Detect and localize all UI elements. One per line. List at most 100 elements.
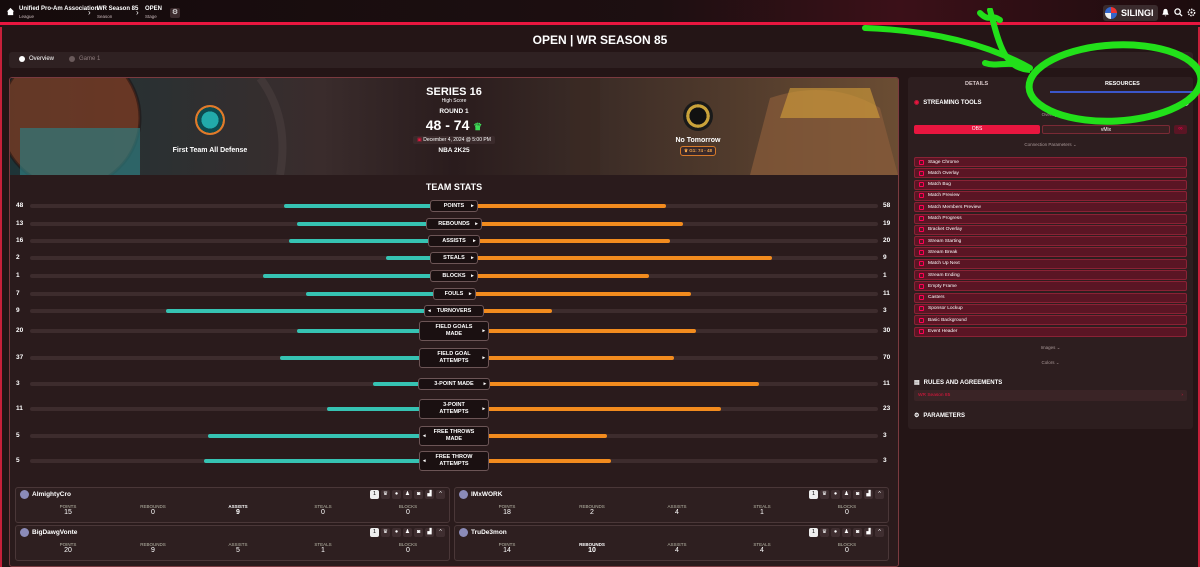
- breadcrumb-stage[interactable]: OPEN Stage: [145, 6, 162, 20]
- player-actions: 1 ♛ ● ♟ ◙ ▟ ^: [809, 528, 884, 537]
- stat-label: ASSISTS: [442, 237, 466, 244]
- tab-resources[interactable]: RESOURCES: [1105, 81, 1140, 87]
- away-stat-bar: [454, 292, 692, 296]
- player-card[interactable]: BigDawgVonte 1 ♛ ● ♟ ◙ ▟ ^ POINTS 20 REBOUNDS 9 ASSI…: [15, 525, 450, 561]
- score: 48 - 74 ♛: [389, 117, 519, 133]
- overlay-item[interactable]: Sponsor Lockup: [914, 303, 1187, 314]
- psn-icon[interactable]: ●: [831, 528, 840, 537]
- tab-game-1[interactable]: Game 1: [69, 56, 100, 62]
- connection-parameters-toggle[interactable]: Connection Parameters ⌄: [908, 142, 1193, 148]
- search-icon[interactable]: [1174, 8, 1183, 17]
- overlay-item-label: Stream Starting: [928, 238, 962, 244]
- overlay-item[interactable]: Match Preview: [914, 190, 1187, 201]
- breadcrumb-league[interactable]: Unified Pro-Am Association League: [19, 6, 98, 20]
- overlay-item[interactable]: Event Header: [914, 326, 1187, 337]
- home-icon[interactable]: [6, 7, 15, 16]
- overlay-item[interactable]: Bracket Overlay: [914, 224, 1187, 235]
- stat-value: 10: [588, 547, 596, 554]
- external-link-icon: [919, 204, 924, 210]
- vmix-toggle[interactable]: vMix: [1042, 125, 1170, 134]
- tab-overview[interactable]: Overview: [19, 56, 54, 62]
- streaming-tools-header[interactable]: ◉ STREAMING TOOLS: [914, 99, 981, 107]
- crown-icon[interactable]: ♛: [381, 490, 390, 499]
- settings-gear-icon[interactable]: ⚙: [170, 8, 180, 18]
- player-stat-blocks: BLOCKS 0: [378, 504, 438, 516]
- breadcrumb-sub: Stage: [145, 14, 157, 19]
- home-team[interactable]: First Team All Defense: [150, 105, 270, 154]
- overlay-item[interactable]: Stream Ending: [914, 270, 1187, 280]
- tab-details[interactable]: DETAILS: [965, 81, 988, 87]
- discord-icon[interactable]: ◙: [414, 528, 423, 537]
- overlay-item[interactable]: Match Up Next: [914, 258, 1187, 269]
- overlay-item[interactable]: Stream Break: [914, 247, 1187, 258]
- gear-icon[interactable]: [1187, 8, 1196, 17]
- stat-label-button[interactable]: TURNOVERS ◂: [424, 305, 484, 317]
- crown-icon[interactable]: ♛: [820, 528, 829, 537]
- stat-label-button[interactable]: FREE THROW ATTEMPTS ◂: [419, 451, 489, 471]
- player-stat-blocks: BLOCKS 0: [817, 542, 877, 554]
- stat-label-button[interactable]: POINTS ▸: [430, 200, 478, 212]
- arrow-icon: ▸: [471, 272, 474, 279]
- overlay-item[interactable]: Match Progress: [914, 213, 1187, 224]
- user-menu[interactable]: SILINGI: [1103, 5, 1158, 21]
- stat-label-button[interactable]: FREE THROWS MADE ◂: [419, 426, 489, 446]
- overlay-item-label: Stream Ending: [928, 272, 960, 278]
- stat-label-button[interactable]: 3-POINT MADE ▸: [417, 378, 491, 390]
- stat-label-button[interactable]: REBOUNDS ▸: [426, 218, 482, 230]
- player-card[interactable]: IMxWORK 1 ♛ ● ♟ ◙ ▟ ^ POINTS 18 REBOUNDS 2 ASSISTS 4 S…: [454, 487, 889, 523]
- chevron-up-icon[interactable]: ^: [436, 528, 445, 537]
- home-team-name: First Team All Defense: [172, 147, 248, 154]
- away-team[interactable]: No Tomorrow ♛ G1: 74 - 48: [638, 101, 758, 156]
- user-icon[interactable]: ♟: [403, 528, 412, 537]
- overlay-item[interactable]: Match Overlay: [914, 168, 1187, 179]
- player-name: TruDe3mon: [471, 529, 507, 536]
- help-icon[interactable]: ?: [1182, 99, 1189, 106]
- chevron-up-icon[interactable]: ^: [436, 490, 445, 499]
- player-card[interactable]: AlmightyCro 1 ♛ ● ♟ ◙ ▟ ^ POINTS 15 REBOUNDS 0 ASSIS…: [15, 487, 450, 523]
- psn-icon[interactable]: ●: [392, 490, 401, 499]
- stats-icon[interactable]: ▟: [864, 490, 873, 499]
- stat-label-button[interactable]: FOULS ▸: [432, 288, 476, 300]
- stats-icon[interactable]: ▟: [864, 528, 873, 537]
- rules-link[interactable]: WR Season 85 ›: [914, 390, 1187, 401]
- rules-header[interactable]: ▤ RULES AND AGREEMENTS: [914, 379, 1002, 387]
- crown-icon[interactable]: ♛: [820, 490, 829, 499]
- link-icon[interactable]: ∞: [1174, 125, 1187, 134]
- images-toggle[interactable]: Images ⌄: [908, 345, 1193, 351]
- overlay-item[interactable]: Basic Background: [914, 315, 1187, 326]
- stat-label-button[interactable]: 3-POINT ATTEMPTS ▸: [419, 399, 489, 419]
- player-card[interactable]: TruDe3mon 1 ♛ ● ♟ ◙ ▟ ^ POINTS 14 REBOUNDS 10 ASSIST…: [454, 525, 889, 561]
- user-icon[interactable]: ♟: [842, 528, 851, 537]
- stat-label-button[interactable]: BLOCKS ▸: [430, 270, 478, 282]
- stat-label-button[interactable]: ASSISTS ▸: [428, 235, 480, 247]
- stats-icon[interactable]: ▟: [425, 490, 434, 499]
- overlay-item[interactable]: Stream Starting: [914, 236, 1187, 247]
- overlay-item[interactable]: Empty Frame: [914, 281, 1187, 292]
- psn-icon[interactable]: ●: [392, 528, 401, 537]
- stat-label-button[interactable]: STEALS ▸: [430, 252, 478, 264]
- document-icon: ▤: [914, 380, 920, 386]
- discord-icon[interactable]: ◙: [853, 528, 862, 537]
- user-icon[interactable]: ♟: [403, 490, 412, 499]
- overlay-item[interactable]: Stage Chrome: [914, 157, 1187, 167]
- overlay-item[interactable]: Match Bug: [914, 179, 1187, 190]
- overlay-item[interactable]: Match Members Preview: [914, 202, 1187, 213]
- player-stat-steals: STEALS 0: [293, 504, 353, 516]
- colors-toggle[interactable]: Colors ⌄: [908, 360, 1193, 366]
- breadcrumb-season[interactable]: WR Season 85 Season: [97, 6, 138, 20]
- bell-icon[interactable]: [1161, 8, 1170, 17]
- overlay-item[interactable]: Casters: [914, 292, 1187, 303]
- chevron-up-icon[interactable]: ^: [875, 528, 884, 537]
- parameters-header[interactable]: ⚙ PARAMETERS: [914, 412, 965, 420]
- discord-icon[interactable]: ◙: [414, 490, 423, 499]
- crown-icon[interactable]: ♛: [381, 528, 390, 537]
- chevron-up-icon[interactable]: ^: [875, 490, 884, 499]
- date-text: December 4, 2024 @ 5:00 PM: [423, 137, 491, 143]
- discord-icon[interactable]: ◙: [853, 490, 862, 499]
- stat-label-button[interactable]: FIELD GOALS MADE ▸: [419, 321, 489, 341]
- stat-label-button[interactable]: FIELD GOAL ATTEMPTS ▸: [419, 348, 489, 368]
- user-icon[interactable]: ♟: [842, 490, 851, 499]
- psn-icon[interactable]: ●: [831, 490, 840, 499]
- stats-icon[interactable]: ▟: [425, 528, 434, 537]
- obs-toggle[interactable]: OBS: [914, 125, 1040, 134]
